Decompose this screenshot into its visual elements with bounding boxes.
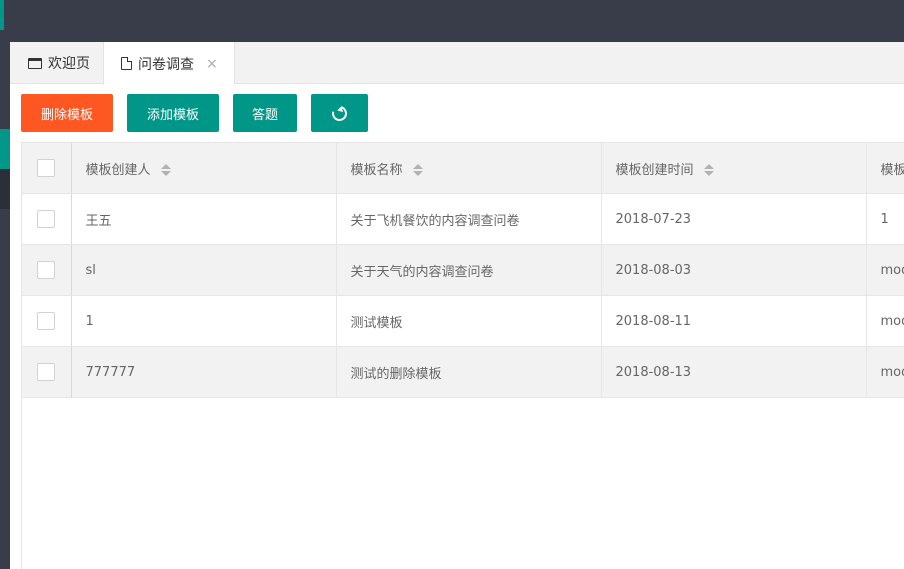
left-sidebar xyxy=(0,42,10,569)
table-header-row: 模板创建人 模板名称 模板创建时间 模板 xyxy=(22,142,904,194)
sort-icon[interactable] xyxy=(412,164,423,176)
row-checkbox[interactable] xyxy=(37,210,56,228)
column-header-label: 模板 xyxy=(880,162,904,178)
column-header-label: 模板创建人 xyxy=(85,162,151,178)
cell-extra: mod xyxy=(866,244,904,296)
column-header-creator[interactable]: 模板创建人 xyxy=(71,142,337,194)
row-checkbox[interactable] xyxy=(37,261,56,279)
sort-icon[interactable] xyxy=(703,164,714,176)
document-icon xyxy=(121,57,132,70)
column-header-extra[interactable]: 模板 xyxy=(866,142,904,194)
table-row[interactable]: sl 关于天气的内容调查问卷 2018-08-03 mod xyxy=(22,244,904,296)
answer-button[interactable]: 答题 xyxy=(233,94,297,132)
column-header-label: 模板名称 xyxy=(350,162,403,178)
sidebar-active-item[interactable] xyxy=(0,129,10,169)
column-header-label: 模板创建时间 xyxy=(615,162,694,178)
refresh-button[interactable] xyxy=(311,94,368,132)
column-header-created[interactable]: 模板创建时间 xyxy=(601,142,867,194)
row-checkbox[interactable] xyxy=(37,312,56,330)
sidebar-item[interactable] xyxy=(0,169,10,209)
cell-created: 2018-08-11 xyxy=(601,295,867,347)
cell-creator: 1 xyxy=(71,295,337,347)
cell-name: 关于天气的内容调查问卷 xyxy=(336,244,602,296)
row-select-cell xyxy=(22,244,72,296)
row-select-cell xyxy=(22,193,72,245)
cell-creator: 王五 xyxy=(71,193,337,245)
window-icon xyxy=(28,57,42,69)
row-select-cell xyxy=(22,346,72,398)
select-all-cell xyxy=(22,142,72,194)
column-header-name[interactable]: 模板名称 xyxy=(336,142,602,194)
cell-created: 2018-08-03 xyxy=(601,244,867,296)
cell-created: 2018-07-23 xyxy=(601,193,867,245)
refresh-icon xyxy=(329,102,350,124)
cell-extra: 1 xyxy=(866,193,904,245)
row-checkbox[interactable] xyxy=(37,363,56,381)
sort-icon[interactable] xyxy=(160,164,171,176)
cell-created: 2018-08-13 xyxy=(601,346,867,398)
cell-creator: sl xyxy=(71,244,337,296)
tab-home[interactable]: 欢迎页 xyxy=(16,42,103,84)
template-table: 模板创建人 模板名称 模板创建时间 模板 王五 关于飞机餐饮的内容调查问卷 20… xyxy=(21,142,904,569)
row-select-cell xyxy=(22,295,72,347)
close-icon[interactable]: × xyxy=(206,56,218,72)
logo-accent xyxy=(0,0,4,30)
tab-home-label: 欢迎页 xyxy=(48,56,90,72)
tab-survey-label: 问卷调查 xyxy=(138,56,194,73)
top-header-bar xyxy=(0,0,904,42)
delete-template-button[interactable]: 删除模板 xyxy=(21,94,113,132)
table-row[interactable]: 1 测试模板 2018-08-11 mod xyxy=(22,295,904,347)
table-row[interactable]: 777777 测试的删除模板 2018-08-13 mod xyxy=(22,346,904,398)
cell-creator: 777777 xyxy=(71,346,337,398)
table-row[interactable]: 王五 关于飞机餐饮的内容调查问卷 2018-07-23 1 xyxy=(22,193,904,245)
toolbar: 删除模板 添加模板 答题 xyxy=(10,84,904,142)
add-template-button[interactable]: 添加模板 xyxy=(127,94,219,132)
tab-survey[interactable]: 问卷调查 × xyxy=(103,42,235,85)
cell-name: 关于飞机餐饮的内容调查问卷 xyxy=(336,193,602,245)
cell-extra: mod xyxy=(866,295,904,347)
cell-name: 测试模板 xyxy=(336,295,602,347)
cell-name: 测试的删除模板 xyxy=(336,346,602,398)
cell-extra: mod xyxy=(866,346,904,398)
tab-bar: 欢迎页 问卷调查 × xyxy=(10,42,904,85)
select-all-checkbox[interactable] xyxy=(37,159,56,177)
